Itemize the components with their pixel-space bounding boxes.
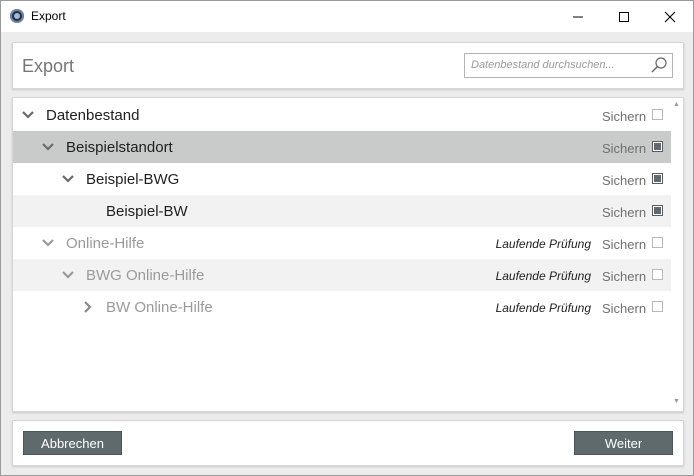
save-checkbox[interactable]: [652, 237, 663, 248]
search-input[interactable]: [471, 57, 641, 73]
save-checkbox[interactable]: [652, 109, 663, 120]
tree-row-beispiel-bwg[interactable]: Beispiel-BWG Sichern: [13, 163, 671, 195]
search-box[interactable]: [464, 53, 673, 78]
next-button[interactable]: Weiter: [574, 431, 673, 455]
chevron-down-icon[interactable]: [22, 109, 34, 121]
tree-row-online-hilfe[interactable]: Online-Hilfe Laufende Prüfung Sichern: [13, 227, 671, 259]
tree-row-label: BWG Online-Hilfe: [86, 267, 205, 284]
minimize-icon: [573, 16, 583, 18]
scroll-up-arrow-icon[interactable]: ▲: [673, 101, 680, 108]
status-text: Laufende Prüfung: [495, 301, 591, 315]
save-checkbox[interactable]: [652, 205, 663, 216]
tree-row-label: Beispiel-BWG: [86, 171, 180, 188]
footer-panel: Abbrechen Weiter: [12, 420, 684, 466]
status-text: Laufende Prüfung: [495, 269, 591, 283]
chevron-down-icon[interactable]: [42, 237, 54, 249]
tree-row-label: BW Online-Hilfe: [106, 299, 213, 316]
chevron-down-icon[interactable]: [62, 173, 74, 185]
tree-row-datenbestand[interactable]: Datenbestand Sichern: [13, 99, 671, 131]
search-icon[interactable]: [650, 57, 668, 73]
save-label: Sichern: [602, 301, 647, 316]
data-tree-panel: Datenbestand Sichern Beispielstandort Si…: [12, 97, 684, 412]
scroll-down-arrow-icon[interactable]: ▼: [673, 398, 680, 405]
chevron-down-icon[interactable]: [62, 269, 74, 281]
save-checkbox[interactable]: [652, 301, 663, 312]
close-button[interactable]: [647, 1, 693, 32]
maximize-button[interactable]: [601, 1, 647, 32]
close-icon: [664, 11, 676, 23]
save-checkbox[interactable]: [652, 173, 663, 184]
header-panel: Export: [12, 42, 684, 89]
tree-row-label: Datenbestand: [46, 107, 140, 124]
save-label: Sichern: [602, 109, 647, 124]
title-bar: Export: [1, 1, 693, 32]
tree-row-bw-online-hilfe[interactable]: BW Online-Hilfe Laufende Prüfung Sichern: [13, 291, 671, 323]
tree-row-label: Beispiel-BW: [106, 203, 188, 220]
chevron-down-icon[interactable]: [42, 141, 54, 153]
cancel-button[interactable]: Abbrechen: [23, 431, 122, 455]
window-title: Export: [31, 9, 66, 23]
tree-row-bwg-online-hilfe[interactable]: BWG Online-Hilfe Laufende Prüfung Sicher…: [13, 259, 671, 291]
save-label: Sichern: [602, 269, 647, 284]
tree-row-beispiel-bw[interactable]: Beispiel-BW Sichern: [13, 195, 671, 227]
app-logo-icon: [10, 9, 24, 23]
tree-row-label: Online-Hilfe: [66, 235, 145, 252]
minimize-button[interactable]: [555, 1, 601, 32]
save-label: Sichern: [602, 205, 647, 220]
export-window: Export Export Datenbestand Sichern: [0, 0, 694, 476]
save-label: Sichern: [602, 141, 647, 156]
save-checkbox[interactable]: [652, 141, 663, 152]
maximize-icon: [619, 12, 629, 22]
tree-row-label: Beispielstandort: [66, 139, 173, 156]
save-label: Sichern: [602, 237, 647, 252]
chevron-right-icon[interactable]: [82, 301, 94, 313]
tree-row-beispielstandort[interactable]: Beispielstandort Sichern: [13, 131, 671, 163]
page-title: Export: [22, 56, 75, 76]
save-label: Sichern: [602, 173, 647, 188]
status-text: Laufende Prüfung: [495, 237, 591, 251]
save-checkbox[interactable]: [652, 269, 663, 280]
